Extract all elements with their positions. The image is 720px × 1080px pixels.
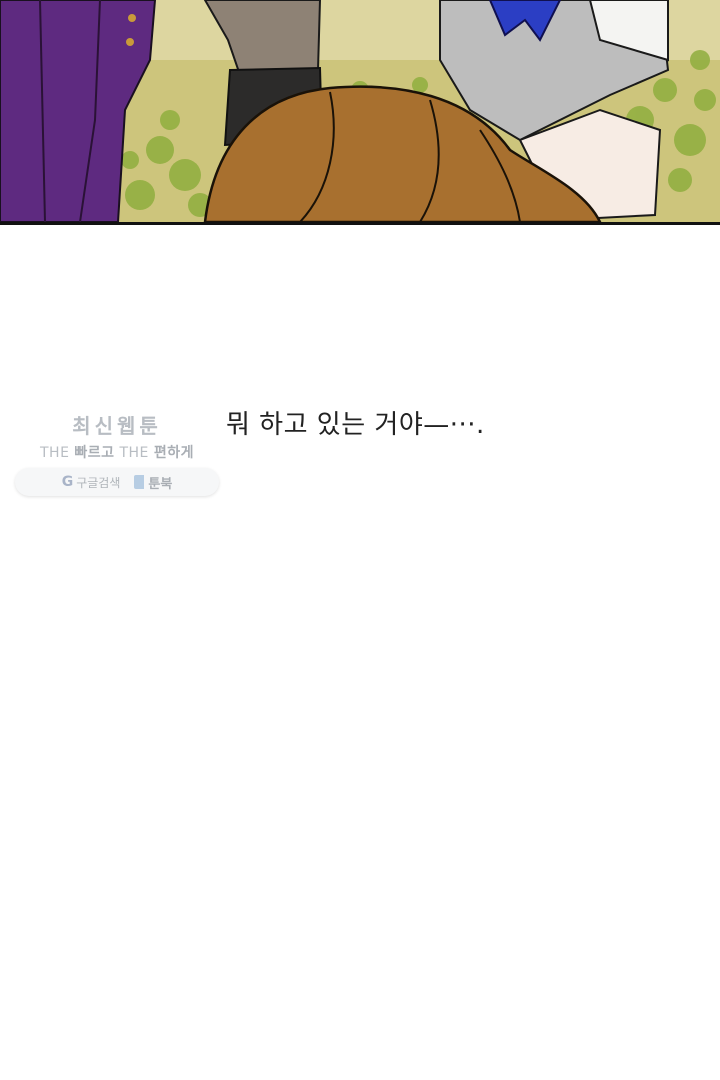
toonbook-item: 툰북 [134,473,172,492]
watermark-subtitle-fast: 빠르고 [74,445,115,461]
toonbook-icon [134,475,145,489]
comic-panel-illustration [0,0,720,222]
watermark-title: 최신웹툰 [72,414,162,438]
watermark: 최신웹툰 THE 빠르고 THE 편하게 G 구글검색 툰북 [14,410,220,496]
watermark-search-pill: G 구글검색 툰북 [15,468,219,496]
google-search-label: 구글검색 [76,475,121,490]
toonbook-label: 툰북 [148,476,173,492]
webtoon-page: 최신웹툰 THE 빠르고 THE 편하게 G 구글검색 툰북 뭐 하고 있는 거… [0,0,720,1080]
watermark-subtitle-easy: 편하게 [153,445,194,461]
dialogue-text: 뭐 하고 있는 거야—···. [226,410,485,440]
watermark-subtitle-mid: THE [114,445,154,461]
google-search-item: G 구글검색 [62,474,121,491]
watermark-subtitle: THE 빠르고 THE 편하게 [14,442,220,462]
watermark-subtitle-prefix: THE [40,445,75,461]
comic-panel [0,0,720,225]
google-icon: G [61,474,74,490]
